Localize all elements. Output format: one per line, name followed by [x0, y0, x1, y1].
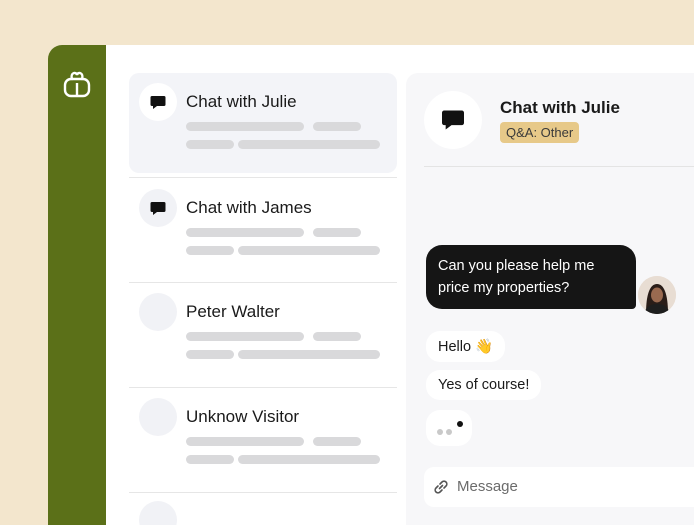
preview-placeholder [186, 228, 304, 237]
conversation-item[interactable]: Chat with Julie [129, 73, 397, 173]
conversation-avatar [139, 501, 177, 525]
chat-bubble-icon [442, 110, 464, 130]
conversation-avatar [139, 83, 177, 121]
message-input[interactable]: Message [424, 467, 694, 507]
conversation-name: Chat with Julie [186, 92, 297, 111]
message-placeholder: Message [457, 478, 518, 495]
chat-title: Chat with Julie [500, 98, 620, 117]
conversation-name: Unknow Visitor [186, 407, 300, 426]
preview-placeholder [238, 246, 380, 255]
preview-placeholder [238, 140, 380, 149]
logo-icon [63, 71, 91, 98]
conversation-name: Chat with James [186, 198, 312, 217]
conversation-avatar [139, 189, 177, 227]
preview-placeholder [238, 350, 380, 359]
conversation-name: Peter Walter [186, 302, 280, 321]
chat-panel: Chat with Julie Q&A: Other Can you pleas… [406, 73, 694, 525]
preview-placeholder [186, 122, 304, 131]
divider [129, 492, 397, 493]
chat-bubble-icon [150, 95, 166, 109]
divider [424, 166, 694, 167]
conversation-list: Chat with Julie Chat with James Peter Wa [129, 45, 397, 525]
preview-placeholder [313, 437, 361, 446]
conversation-item[interactable]: Chat with James [129, 179, 397, 279]
outgoing-message: Can you please help me price my properti… [426, 245, 636, 309]
conversation-avatar [139, 398, 177, 436]
sidebar-rail [48, 45, 106, 525]
preview-placeholder [186, 437, 304, 446]
app-window: Chat with Julie Chat with James Peter Wa [48, 45, 694, 525]
preview-placeholder [186, 140, 234, 149]
incoming-message: Yes of course! [426, 370, 542, 400]
category-tag[interactable]: Q&A: Other [500, 122, 580, 143]
preview-placeholder [313, 228, 361, 237]
chat-bubble-icon [150, 201, 166, 215]
conversation-item[interactable]: Unknow Visitor [129, 388, 397, 488]
conversation-item[interactable]: Peter Walter [129, 283, 397, 383]
preview-placeholder [313, 332, 361, 341]
preview-placeholder [186, 246, 234, 255]
preview-placeholder [313, 122, 361, 131]
chat-header-avatar [424, 91, 482, 149]
conversation-avatar [139, 293, 177, 331]
preview-placeholder [186, 332, 304, 341]
attachment-icon[interactable] [432, 478, 450, 496]
divider [129, 177, 397, 178]
typing-indicator [426, 410, 472, 446]
preview-placeholder [186, 350, 234, 359]
person-photo-icon [638, 276, 676, 314]
incoming-message: Hello 👋 [426, 331, 506, 362]
user-avatar [638, 276, 676, 314]
preview-placeholder [186, 455, 234, 464]
preview-placeholder [238, 455, 380, 464]
